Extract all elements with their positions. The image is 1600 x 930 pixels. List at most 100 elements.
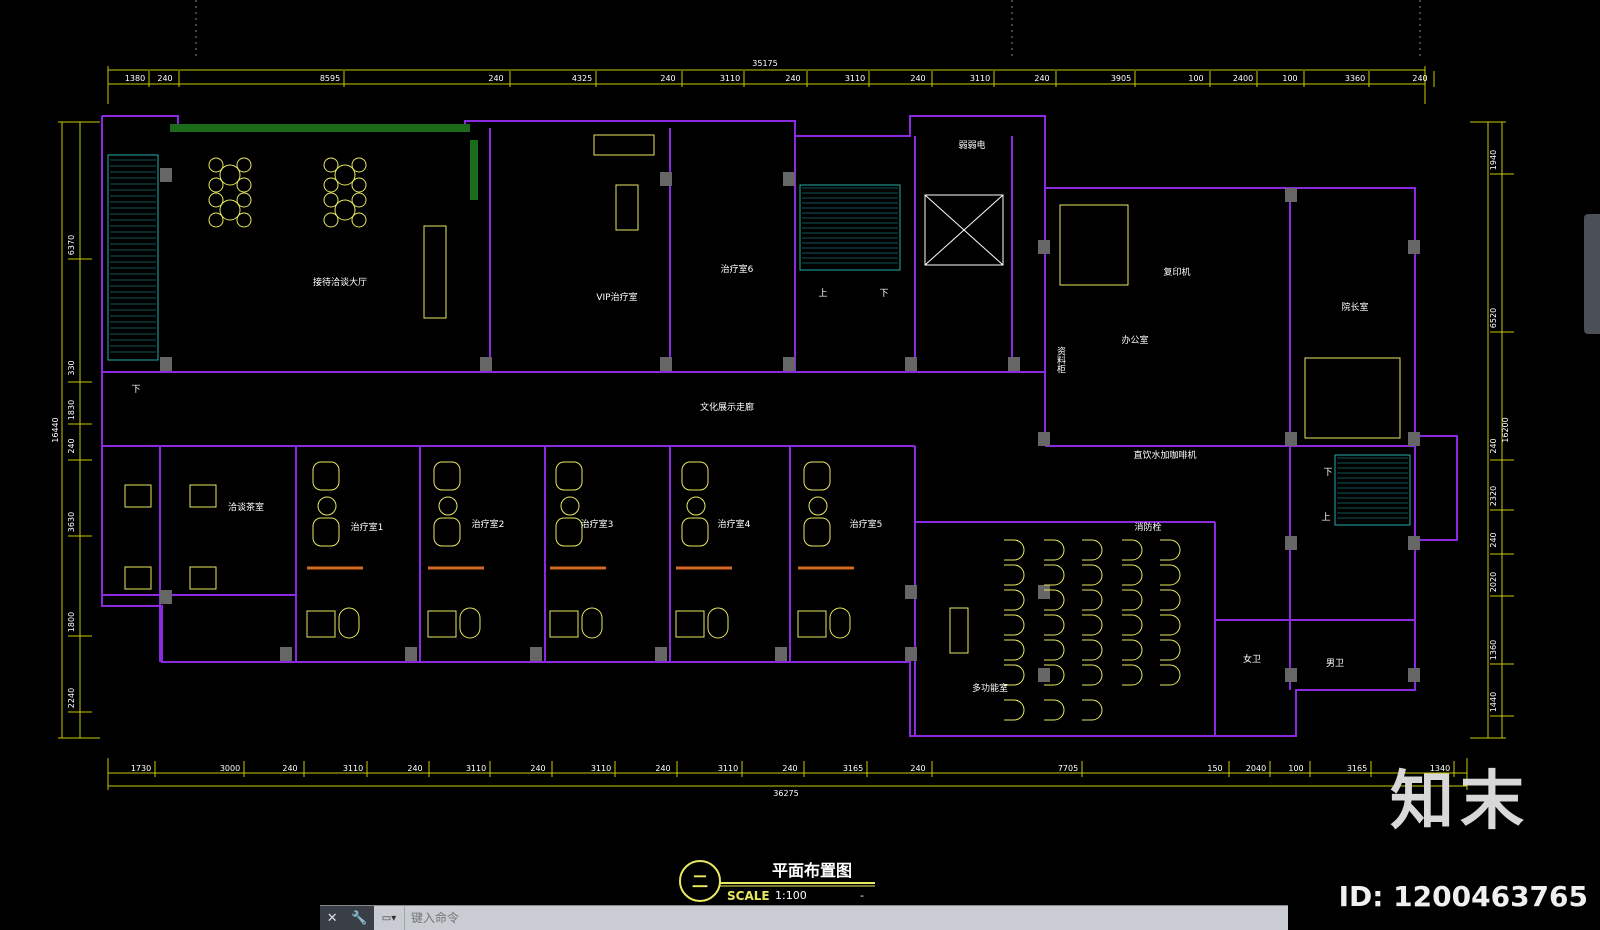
top-dimension-label: 240 bbox=[157, 74, 172, 83]
room-female-wc: 女卫 bbox=[1243, 653, 1261, 665]
close-icon[interactable]: ✕ bbox=[327, 911, 338, 926]
stair-up-center: 上 bbox=[818, 288, 827, 299]
plant-strip bbox=[170, 124, 478, 200]
bottom-dimension-label: 3110 bbox=[718, 764, 738, 773]
bottom-dimension-label: 1730 bbox=[131, 764, 151, 773]
auditorium-seat bbox=[1044, 539, 1065, 561]
elevator bbox=[924, 194, 1004, 266]
room-director: 院长室 bbox=[1341, 301, 1368, 313]
scale-dash: - bbox=[860, 889, 864, 902]
room-tea: 洽谈茶室 bbox=[228, 501, 264, 513]
lounge-chair bbox=[351, 192, 367, 208]
water-machine-label: 直饮水加咖啡机 bbox=[1133, 449, 1196, 461]
office-chair bbox=[459, 607, 481, 639]
treatment-chair bbox=[433, 517, 461, 547]
command-input[interactable] bbox=[405, 907, 1288, 929]
lounge-chair bbox=[323, 177, 339, 193]
top-dimension-label: 3110 bbox=[720, 74, 740, 83]
drawing-number: 二 bbox=[692, 872, 708, 891]
stool bbox=[438, 496, 458, 516]
left-total-dimension: 16440 bbox=[51, 417, 60, 442]
auditorium-seat bbox=[1160, 639, 1181, 661]
right-dimension-label: 1440 bbox=[1489, 692, 1498, 712]
command-bar: ✕ 🔧 ▭▾ bbox=[320, 905, 1288, 930]
tea-chair bbox=[189, 566, 217, 590]
stairs bbox=[107, 154, 1411, 526]
auditorium-seat bbox=[1004, 589, 1025, 611]
lounge-chair bbox=[323, 212, 339, 228]
auditorium-seat bbox=[1082, 564, 1103, 586]
bottom-dimension-label: 240 bbox=[407, 764, 422, 773]
top-dimension-label: 3110 bbox=[970, 74, 990, 83]
stool bbox=[317, 496, 337, 516]
top-dimension-label: 240 bbox=[1412, 74, 1427, 83]
bottom-dimension-labels: 1730 3000 240 3110 240 3110 240 3110 240 3110 240 3… bbox=[131, 761, 1455, 777]
cabinet bbox=[593, 134, 655, 156]
top-dimension-label: 240 bbox=[660, 74, 675, 83]
stool bbox=[808, 496, 828, 516]
bottom-dimension-label: 240 bbox=[282, 764, 297, 773]
lounge-chair bbox=[351, 157, 367, 173]
auditorium-seat bbox=[1122, 564, 1143, 586]
command-history-dropdown[interactable]: ▭▾ bbox=[374, 906, 405, 930]
scale-value: 1:100 bbox=[775, 889, 807, 902]
bottom-dimension-label: 100 bbox=[1288, 764, 1303, 773]
lounge-chair bbox=[236, 212, 252, 228]
top-dimension-label: 3360 bbox=[1345, 74, 1365, 83]
bottom-dimension-label: 3165 bbox=[1347, 764, 1367, 773]
office-chair bbox=[338, 607, 360, 639]
right-dimension-label: 240 bbox=[1489, 532, 1498, 547]
lounge-chair bbox=[208, 212, 224, 228]
auditorium-seat bbox=[1122, 614, 1143, 636]
side-panel-tab[interactable] bbox=[1584, 214, 1600, 334]
auditorium-seat bbox=[1004, 639, 1025, 661]
treatment-desk bbox=[615, 184, 639, 231]
auditorium-seat bbox=[1044, 614, 1065, 636]
desk bbox=[306, 610, 336, 638]
tea-chair bbox=[189, 484, 217, 508]
left-dimension-label: 240 bbox=[67, 438, 76, 453]
top-dimension-label: 1380 bbox=[125, 74, 145, 83]
room-multifunction: 多功能室 bbox=[972, 682, 1008, 694]
wrench-icon[interactable]: 🔧 bbox=[351, 911, 367, 926]
stool bbox=[686, 496, 706, 516]
room-treatment6: 治疗室6 bbox=[721, 263, 754, 275]
bottom-dimension-label: 2040 bbox=[1246, 764, 1266, 773]
top-dimension-label: 3905 bbox=[1111, 74, 1131, 83]
left-dimension-label: 1800 bbox=[67, 612, 76, 632]
top-dimension-chain bbox=[107, 66, 1426, 104]
reception-desk bbox=[423, 225, 447, 319]
auditorium-seat bbox=[1160, 614, 1181, 636]
office-chair bbox=[707, 607, 729, 639]
lounge-chair bbox=[236, 192, 252, 208]
top-dimension-label: 3110 bbox=[845, 74, 865, 83]
top-dimension-labels: 1380 240 8595 240 4325 240 3110 240 3110 240 3110 2… bbox=[125, 71, 1435, 87]
treatment-chair bbox=[433, 461, 461, 491]
auditorium-seat bbox=[1160, 589, 1181, 611]
auditorium-seat bbox=[1044, 564, 1065, 586]
right-dimension-label: 2320 bbox=[1489, 486, 1498, 506]
auditorium-seat bbox=[1122, 589, 1143, 611]
top-dimension-label: 8595 bbox=[320, 74, 340, 83]
bottom-total-dimension: 36275 bbox=[773, 789, 798, 798]
bottom-dimension-label: 3165 bbox=[843, 764, 863, 773]
lectern bbox=[949, 607, 969, 654]
lounge-chair bbox=[351, 212, 367, 228]
top-total-dimension: 35175 bbox=[752, 59, 777, 68]
auditorium-seat bbox=[1082, 639, 1103, 661]
office-chair bbox=[829, 607, 851, 639]
auditorium-seat bbox=[1122, 539, 1143, 561]
auditorium-seat bbox=[1122, 639, 1143, 661]
bottom-dimension-label: 3000 bbox=[220, 764, 240, 773]
tea-chair bbox=[124, 484, 152, 508]
bottom-dimension-label: 240 bbox=[530, 764, 545, 773]
round-table bbox=[219, 164, 241, 186]
room-male-wc: 男卫 bbox=[1326, 658, 1344, 669]
floor-plan-canvas[interactable]: 35175 1380 240 8595 240 4325 240 3110 240 3110 24… bbox=[0, 0, 1600, 929]
round-table bbox=[219, 199, 241, 221]
stair-down-left: 下 bbox=[131, 385, 140, 395]
lounge-chair bbox=[323, 157, 339, 173]
round-table bbox=[334, 164, 356, 186]
room-treatment2: 治疗室2 bbox=[472, 518, 505, 530]
top-dimension-label: 240 bbox=[910, 74, 925, 83]
